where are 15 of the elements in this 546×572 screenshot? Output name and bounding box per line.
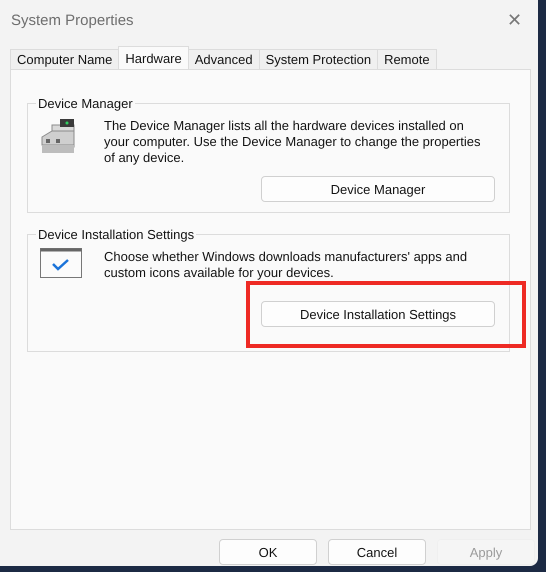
dialog-button[interactable]: OK (219, 539, 317, 565)
dialog-button[interactable]: Cancel (328, 539, 426, 565)
action-button[interactable]: Device Installation Settings (261, 301, 495, 327)
group-title: Device Manager (37, 96, 134, 111)
close-button[interactable]: ✕ (503, 9, 526, 31)
window-title: System Properties (11, 12, 134, 28)
action-button[interactable]: Device Manager (261, 176, 495, 202)
description-text: Choose whether Windows downloads manufacturers' apps and custom icons available for your devices. (104, 249, 468, 281)
tab[interactable]: System Protection (258, 49, 378, 69)
tab[interactable]: Computer Name (10, 49, 120, 69)
description-text: The Device Manager lists all the hardware devices installed on your computer. Use the Device Manager to change the properties of any device. (104, 118, 482, 166)
tab[interactable]: Hardware (118, 46, 189, 69)
tab[interactable]: Remote (377, 49, 437, 69)
window-check-icon (40, 248, 84, 280)
group-title: Device Installation Settings (37, 227, 196, 242)
